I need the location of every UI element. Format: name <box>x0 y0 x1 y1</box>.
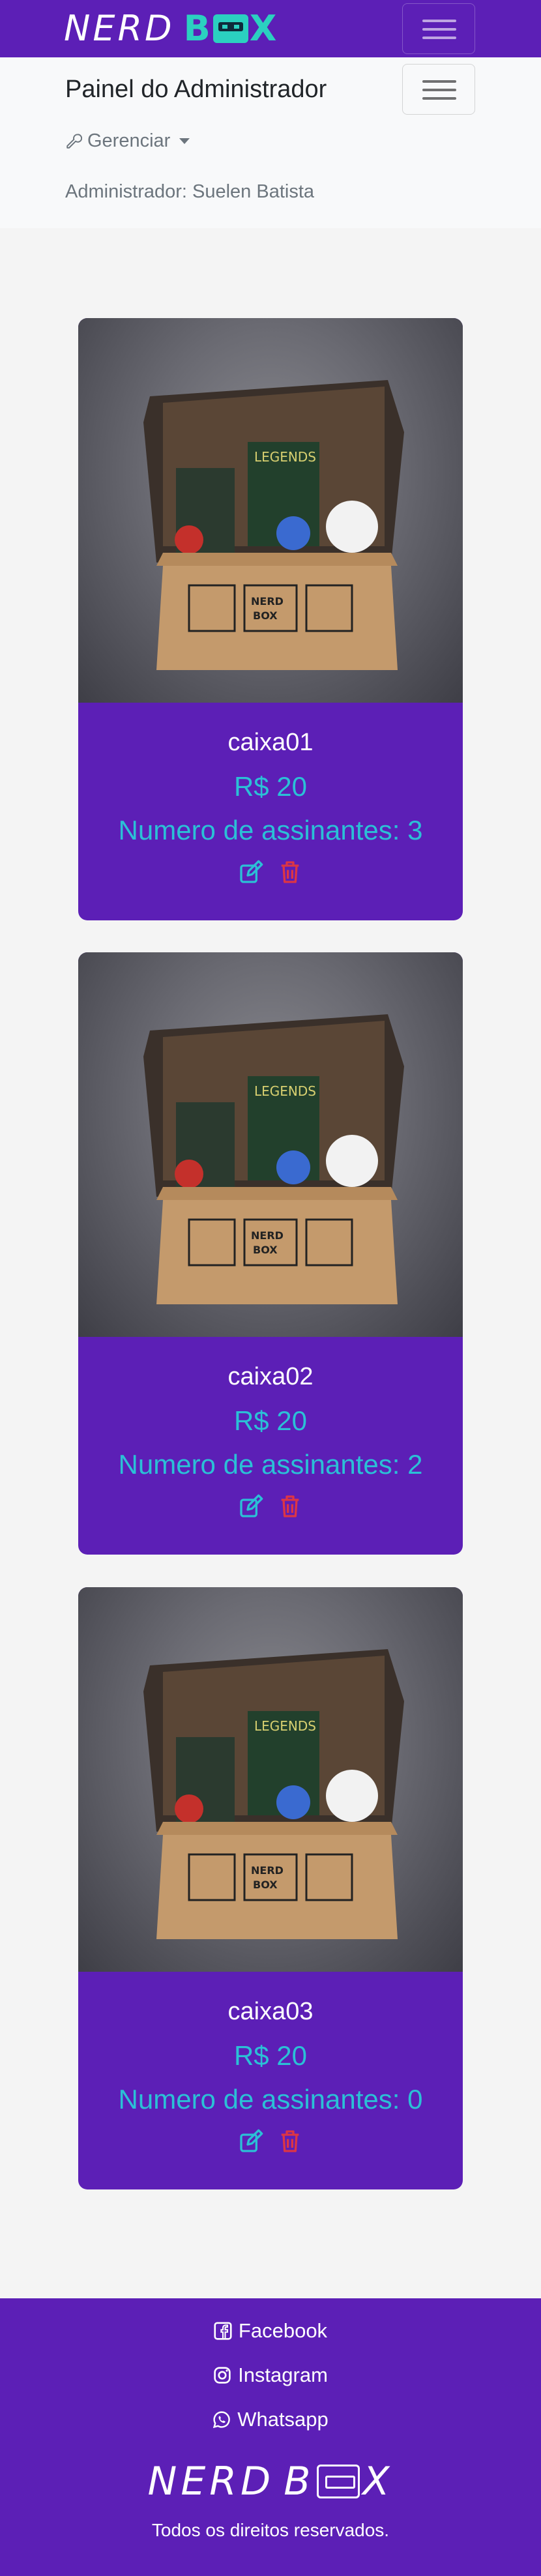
top-navbar: NERD B X <box>0 0 541 57</box>
box-product-photo: LEGENDS NERD BOX <box>78 952 463 1337</box>
box-card: LEGENDS NERD BOX caixa03 R$ 20 Numero de… <box>78 1587 463 2189</box>
instagram-label: Instagram <box>238 2364 328 2386</box>
card-actions <box>78 1493 463 1519</box>
wrench-icon <box>66 133 82 149</box>
copyright-text: Todos os direitos reservados. <box>151 2520 390 2540</box>
svg-text:BOX: BOX <box>253 609 278 622</box>
logo-word-x: X <box>249 8 278 49</box>
svg-text:NERD: NERD <box>251 1229 284 1242</box>
box-name: caixa02 <box>227 1363 314 1390</box>
svg-text:BOX: BOX <box>253 1879 278 1891</box>
box-subscribers-count: Numero de assinantes: 0 <box>118 2084 423 2115</box>
box-subscribers-count: Numero de assinantes: 2 <box>118 1449 423 1480</box>
footer-logo-word-nerd: NERD <box>147 2459 275 2504</box>
svg-text:NERD: NERD <box>251 1864 284 1877</box>
svg-text:NERD: NERD <box>251 595 284 607</box>
admin-panel-title[interactable]: Painel do Administrador <box>65 76 327 104</box>
edit-icon[interactable] <box>238 2128 264 2154</box>
card-body: caixa01 R$ 20 Numero de assinantes: 3 <box>78 703 463 920</box>
card-actions <box>78 2128 463 2154</box>
manage-label: Gerenciar <box>87 130 171 151</box>
logo-word-b: B <box>183 8 212 49</box>
whatsapp-icon <box>213 2411 230 2429</box>
box-subscribers-count: Numero de assinantes: 3 <box>118 815 423 845</box>
svg-text:BOX: BOX <box>253 1244 278 1256</box>
hamburger-bar <box>422 97 456 100</box>
logo-word-nerd: NERD <box>64 8 175 49</box>
box-product-photo: LEGENDS NERD BOX <box>78 318 463 703</box>
instagram-link[interactable]: Instagram <box>0 2364 541 2387</box>
product-image: LEGENDS NERD BOX <box>143 1014 404 1304</box>
facebook-label: Facebook <box>238 2319 328 2342</box>
facebook-icon <box>214 2322 232 2340</box>
trash-icon[interactable] <box>277 1493 303 1519</box>
whatsapp-label: Whatsapp <box>237 2408 329 2431</box>
hamburger-bar <box>422 28 456 31</box>
card-body: caixa03 R$ 20 Numero de assinantes: 0 <box>78 1972 463 2189</box>
edit-icon[interactable] <box>238 859 264 885</box>
box-card: LEGENDS NERD BOX caixa02 R$ 20 Numero de… <box>78 952 463 1555</box>
card-body: caixa02 R$ 20 Numero de assinantes: 2 <box>78 1337 463 1555</box>
hamburger-icon <box>422 20 456 22</box>
footer-logo-word-b: B <box>284 2459 315 2504</box>
footer-logo-word-x: X <box>362 2459 394 2504</box>
navbar-toggler-button[interactable] <box>402 3 475 54</box>
chevron-down-icon <box>179 138 190 144</box>
box-price: R$ 20 <box>233 2040 308 2071</box>
robot-logo-icon <box>317 2465 360 2498</box>
admin-navbar: Painel do Administrador Gerenciar Admini… <box>0 57 541 228</box>
trash-icon[interactable] <box>277 859 303 885</box>
footer-brand-logo: NERD B X <box>0 2459 541 2504</box>
hamburger-bar <box>422 37 456 39</box>
svg-text:LEGENDS: LEGENDS <box>254 449 316 465</box>
trash-icon[interactable] <box>277 2128 303 2154</box>
box-card: LEGENDS NERD BOX caixa01 R$ 20 Numero de… <box>78 318 463 920</box>
admin-user-label: Administrador: Suelen Batista <box>65 181 315 202</box>
admin-menu-toggler-button[interactable] <box>402 64 475 115</box>
hamburger-bar <box>422 89 456 91</box>
robot-logo-icon <box>212 14 248 43</box>
brand-logo[interactable]: NERD B X <box>64 9 278 48</box>
instagram-icon <box>214 2367 231 2384</box>
box-product-photo: LEGENDS NERD BOX <box>78 1587 463 1972</box>
box-price: R$ 20 <box>233 771 308 802</box>
product-image: LEGENDS NERD BOX <box>143 1649 404 1939</box>
whatsapp-link[interactable]: Whatsapp <box>0 2408 541 2431</box>
facebook-link[interactable]: Facebook <box>0 2319 541 2343</box>
manage-dropdown[interactable]: Gerenciar <box>65 130 190 152</box>
svg-text:LEGENDS: LEGENDS <box>254 1718 316 1734</box>
box-name: caixa03 <box>227 1998 314 2025</box>
hamburger-icon <box>422 80 456 83</box>
box-price: R$ 20 <box>233 1405 308 1436</box>
card-actions <box>78 859 463 885</box>
site-footer: Facebook Instagram Whatsapp NERD B X Tod… <box>0 2298 541 2576</box>
edit-icon[interactable] <box>238 1493 264 1519</box>
svg-text:LEGENDS: LEGENDS <box>254 1083 316 1099</box>
product-image: LEGENDS NERD BOX <box>143 380 404 670</box>
box-name: caixa01 <box>227 729 314 756</box>
